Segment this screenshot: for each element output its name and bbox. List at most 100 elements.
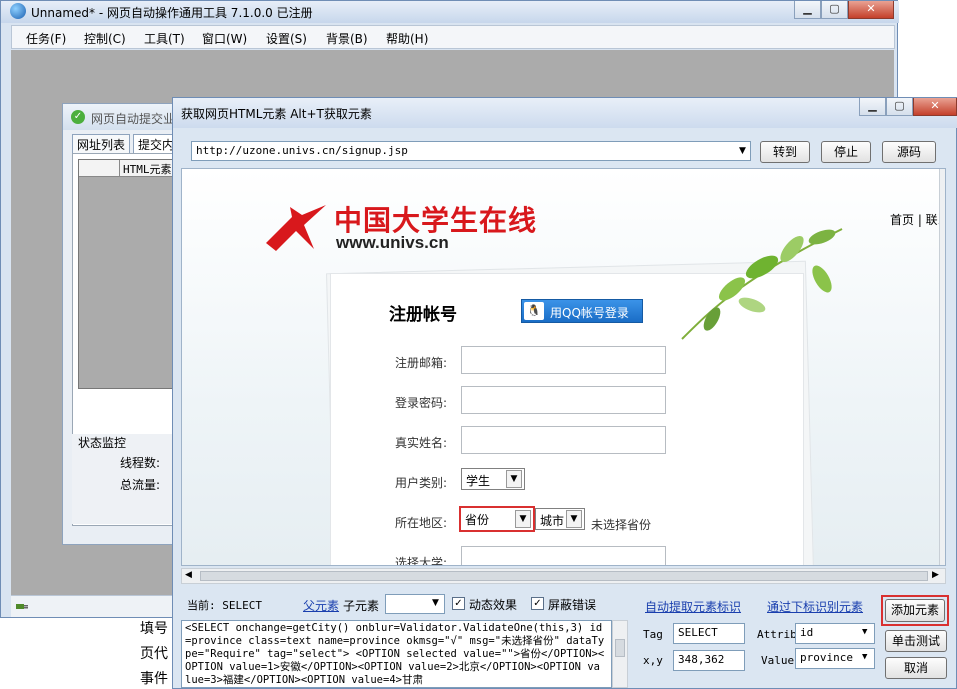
dynamic-effect-label: 动态效果 — [469, 598, 518, 612]
grid-divider — [119, 160, 120, 176]
realname-label: 真实姓名: — [395, 436, 448, 450]
xy-field[interactable]: 348,362 — [673, 650, 745, 671]
check-icon: ✓ — [71, 110, 85, 124]
scroll-left-icon[interactable]: ◀ — [185, 570, 192, 580]
url-dropdown-icon[interactable]: ▼ — [735, 142, 750, 160]
background-text-1: 填号 — [140, 621, 168, 637]
tag-label: Tag — [643, 628, 663, 641]
block-errors-checkbox[interactable]: ✓ — [531, 597, 544, 610]
menu-settings[interactable]: 设置(S) — [266, 30, 307, 47]
attrib-label: Attrib — [757, 628, 797, 641]
code-scroll-thumb[interactable] — [615, 639, 625, 657]
attrib-select[interactable]: id ▼ — [795, 623, 875, 644]
qq-penguin-icon: 🐧 — [524, 302, 544, 320]
child-element-select[interactable]: ▼ — [385, 594, 445, 614]
menu-tools[interactable]: 工具(T) — [144, 30, 185, 47]
grid-header: HTML元素 — [79, 160, 180, 177]
dialog-titlebar[interactable]: 获取网页HTML元素 Alt+T获取元素 ▁ ▢ ✕ — [173, 98, 957, 128]
user-type-select[interactable]: 学生 ▼ — [461, 468, 525, 490]
auto-extract-link[interactable]: 自动提取元素标识 — [645, 598, 741, 615]
main-menubar: 任务(F) 控制(C) 工具(T) 窗口(W) 设置(S) 背景(B) 帮助(H… — [11, 25, 895, 49]
click-test-button[interactable]: 单击测试 — [885, 630, 947, 652]
tag-field[interactable]: SELECT — [673, 623, 745, 644]
app-globe-icon — [10, 3, 26, 19]
qq-login-button[interactable]: 🐧 用QQ帐号登录 — [521, 299, 643, 323]
password-field[interactable] — [461, 386, 666, 414]
scroll-thumb[interactable] — [200, 571, 928, 581]
subscript-identify-link[interactable]: 通过下标识别元素 — [767, 598, 863, 615]
dynamic-effect-checkbox[interactable]: ✓ — [452, 597, 465, 610]
scroll-right-icon[interactable]: ▶ — [932, 570, 939, 580]
browser-horizontal-scrollbar[interactable]: ◀ ▶ — [181, 568, 946, 584]
province-value: 省份 — [465, 513, 490, 527]
menu-help[interactable]: 帮助(H) — [386, 30, 428, 47]
element-code-textarea[interactable]: <SELECT onchange=getCity() onblur=Valida… — [181, 620, 612, 688]
site-url: www.univs.cn — [336, 233, 449, 252]
chevron-down-icon: ▼ — [566, 510, 582, 528]
submit-window: ✓ 网页自动提交业 网址列表 提交内 HTML元素 状态监控 线程数: 总流量: — [62, 103, 182, 545]
value-label: Value — [761, 654, 795, 667]
thread-count-label: 线程数: — [120, 456, 161, 470]
element-grid[interactable]: HTML元素 — [78, 159, 181, 389]
email-label: 注册邮箱: — [395, 356, 448, 370]
submit-window-title: 网页自动提交业 — [91, 112, 176, 126]
chevron-down-icon: ▼ — [432, 598, 439, 608]
html-element-dialog: 获取网页HTML元素 Alt+T获取元素 ▁ ▢ ✕ http://uzone.… — [172, 97, 957, 689]
minimize-icon[interactable]: ▁ — [794, 1, 821, 19]
child-element-label: 子元素 — [343, 599, 380, 613]
background-text-2: 页代 — [140, 646, 168, 662]
menu-control[interactable]: 控制(C) — [84, 30, 126, 47]
menu-background[interactable]: 背景(B) — [326, 30, 368, 47]
province-hint: 未选择省份 — [591, 518, 652, 532]
goto-button[interactable]: 转到 — [760, 141, 810, 163]
leaves-decoration-icon — [681, 228, 843, 340]
user-type-value: 学生 — [466, 474, 491, 488]
email-field[interactable] — [461, 346, 666, 374]
parent-element-link[interactable]: 父元素 — [303, 597, 339, 614]
chevron-down-icon: ▼ — [506, 470, 522, 488]
element-code-text: <SELECT onchange=getCity() onblur=Valida… — [185, 622, 605, 686]
status-monitor-title: 状态监控 — [78, 436, 127, 450]
city-select[interactable]: 城市 ▼ — [535, 508, 585, 530]
top-links[interactable]: 首页 | 联系 — [890, 211, 945, 228]
add-element-button[interactable]: 添加元素 — [885, 599, 945, 622]
university-label: 选择大学: — [395, 556, 448, 566]
qq-login-label: 用QQ帐号登录 — [550, 306, 629, 320]
university-field[interactable] — [461, 546, 666, 565]
chevron-down-icon: ▼ — [515, 510, 531, 528]
menu-window[interactable]: 窗口(W) — [202, 30, 247, 47]
background-text-3: 事件 — [140, 671, 168, 687]
traffic-label: 总流量: — [120, 478, 161, 492]
source-button[interactable]: 源码 — [882, 141, 936, 163]
register-title: 注册帐号 — [389, 305, 457, 325]
value-select[interactable]: province ▼ — [795, 648, 875, 669]
chevron-down-icon: ▼ — [862, 627, 868, 637]
status-monitor: 状态监控 线程数: 总流量: — [72, 434, 180, 524]
grid-header-html-element: HTML元素 — [123, 163, 172, 176]
cancel-button[interactable]: 取消 — [885, 657, 947, 679]
dialog-maximize-icon[interactable]: ▢ — [886, 98, 913, 116]
block-errors-label: 屏蔽错误 — [548, 598, 597, 612]
submit-window-titlebar[interactable]: ✓ 网页自动提交业 — [63, 104, 181, 130]
dialog-minimize-icon[interactable]: ▁ — [859, 98, 886, 116]
main-titlebar[interactable]: Unnamed* - 网页自动操作通用工具 7.1.0.0 已注册 ▁ ▢ ✕ — [1, 1, 899, 23]
code-scrollbar[interactable] — [612, 620, 628, 688]
password-label: 登录密码: — [395, 396, 448, 410]
region-label: 所在地区: — [395, 516, 448, 530]
dialog-close-icon[interactable]: ✕ — [913, 98, 957, 116]
plug-icon — [16, 604, 28, 609]
stop-button[interactable]: 停止 — [821, 141, 871, 163]
maximize-icon[interactable]: ▢ — [821, 1, 848, 19]
tab-url-list[interactable]: 网址列表 — [72, 134, 131, 154]
univs-logo-icon — [266, 205, 326, 251]
menu-task[interactable]: 任务(F) — [26, 30, 66, 47]
url-input[interactable]: http://uzone.univs.cn/signup.jsp — [191, 141, 751, 161]
chevron-down-icon: ▼ — [862, 652, 868, 662]
web-browser-view[interactable]: 中国大学生在线 www.univs.cn 首页 | 联系 注册帐号 🐧 用QQ帐… — [181, 168, 946, 566]
province-select[interactable]: 省份 ▼ — [459, 506, 535, 532]
xy-label: x,y — [643, 654, 663, 667]
realname-field[interactable] — [461, 426, 666, 454]
city-value: 城市 — [540, 514, 565, 528]
close-icon[interactable]: ✕ — [848, 1, 894, 19]
browser-vertical-scrollbar[interactable] — [939, 169, 945, 565]
